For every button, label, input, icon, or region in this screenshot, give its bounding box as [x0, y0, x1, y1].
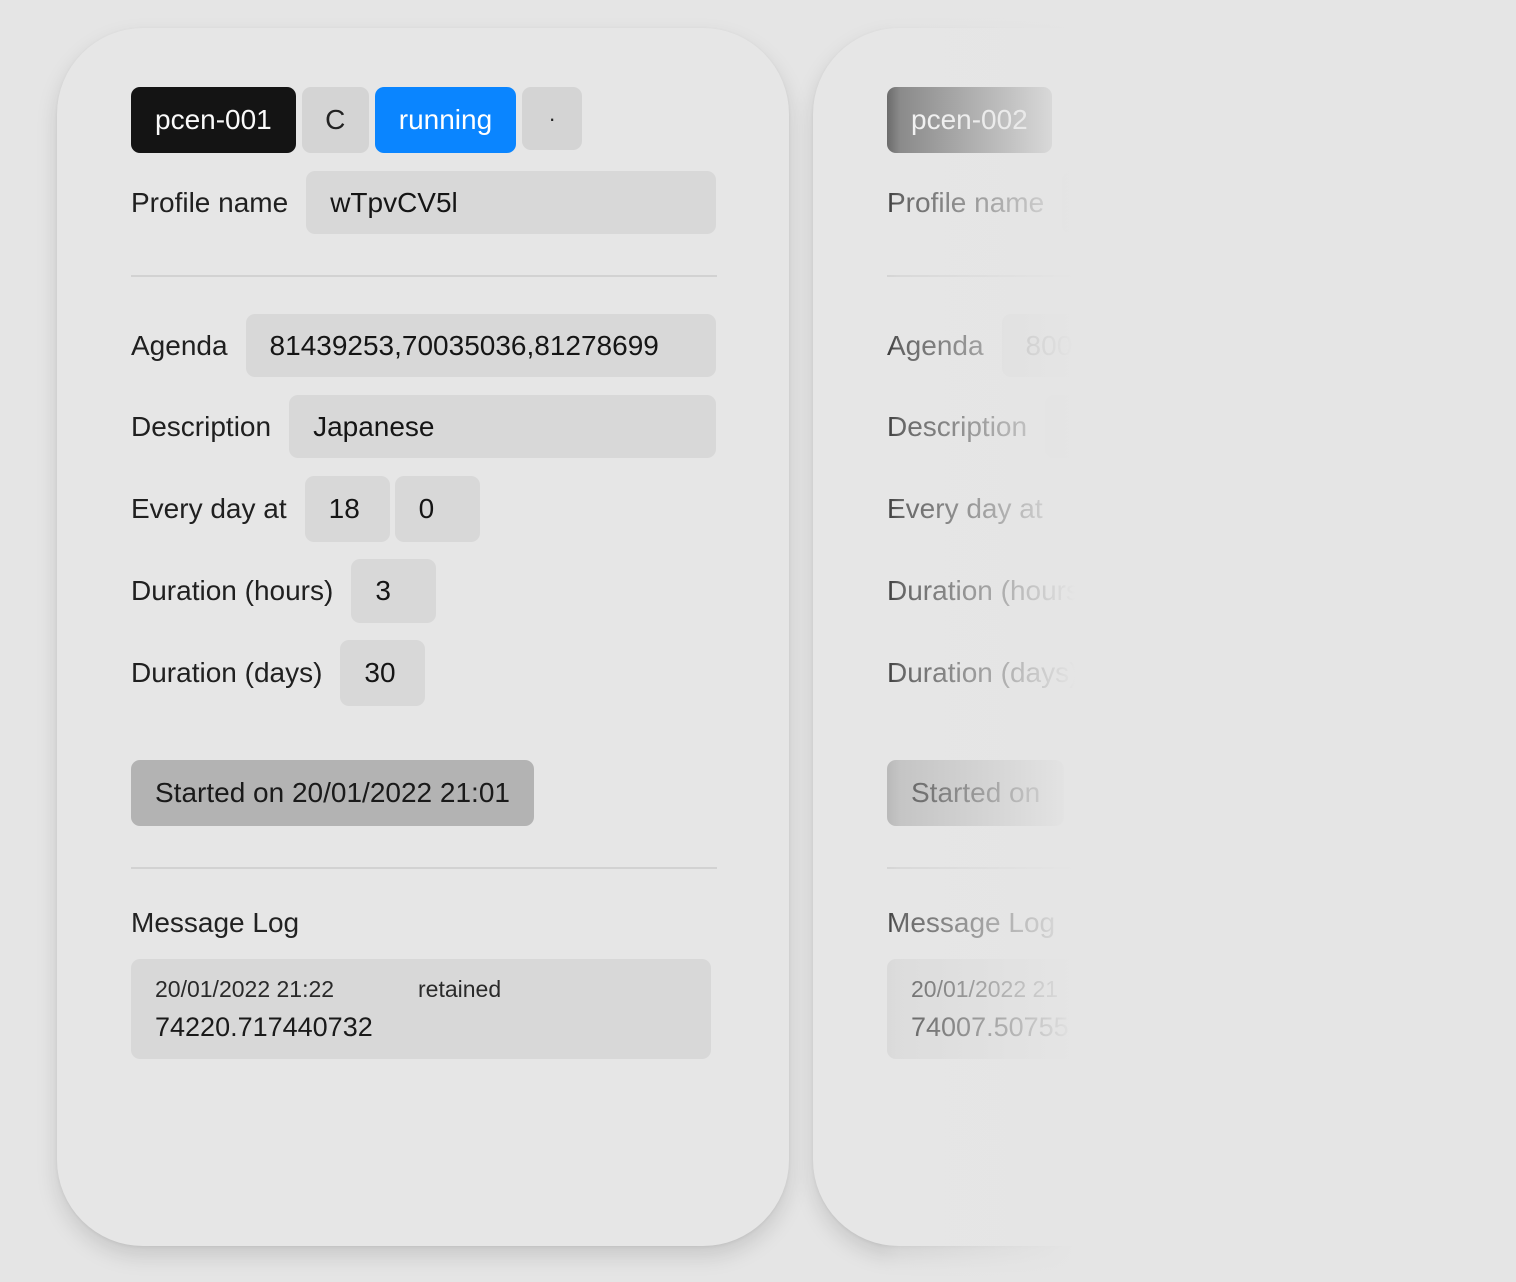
agenda-row: Agenda 800 — [887, 314, 1516, 377]
log-entry-time: 20/01/2022 21:22 — [155, 975, 335, 1002]
profile-name-field[interactable] — [1062, 171, 1516, 234]
hour-field[interactable]: 18 — [304, 476, 390, 542]
duration-hours-row: Duration (hours) 3 — [131, 559, 716, 623]
card-header-chips: pcen-002 — [887, 87, 1516, 153]
section-divider — [131, 867, 717, 869]
started-badge: Started on 20/01/2022 21:01 — [131, 760, 534, 826]
profile-card-content: pcen-002 Profile name Agenda 800 Descrip… — [887, 87, 1516, 1059]
log-entry-meta: 20/01/2022 21 — [911, 974, 1443, 1004]
started-wrapper: Started on 20/01/2022 21:01 — [131, 760, 716, 826]
message-log-entry: 20/01/2022 21:22 retained 74220.71744073… — [131, 959, 711, 1059]
profile-name-label: Profile name — [887, 186, 1045, 218]
duration-hours-label: Duration (hours) — [887, 575, 1090, 606]
profile-card-content: pcen-001 C running · Profile name wTpvCV… — [131, 87, 717, 1059]
started-wrapper: Started on — [887, 760, 1516, 826]
duration-hours-field[interactable]: 3 — [351, 559, 437, 623]
agenda-row: Agenda 81439253,70035036,81278699 — [131, 314, 716, 377]
log-entry-value: 74007.50755 — [911, 1012, 1069, 1042]
section-divider — [887, 275, 1473, 277]
mode-toggle-button[interactable]: C — [301, 87, 369, 153]
schedule-row: Every day at 18 0 — [131, 476, 716, 542]
log-entry-time: 20/01/2022 21 — [911, 975, 1059, 1002]
every-day-label: Every day at — [131, 493, 287, 524]
duration-days-field[interactable]: 30 — [340, 640, 426, 706]
profile-name-row: Profile name — [887, 171, 1516, 234]
agenda-field[interactable]: 800 — [1001, 314, 1516, 377]
profile-carousel: pcen-001 C running · Profile name wTpvCV… — [0, 0, 1516, 1282]
card-header-chips: pcen-001 C running · — [131, 87, 716, 153]
duration-hours-label: Duration (hours) — [131, 575, 334, 606]
description-label: Description — [887, 410, 1028, 442]
every-day-label: Every day at — [887, 493, 1043, 524]
agenda-label: Agenda — [131, 329, 228, 361]
more-options-button[interactable]: · — [522, 87, 583, 150]
agenda-value: 800 — [1025, 329, 1073, 361]
description-label: Description — [131, 410, 272, 442]
agenda-value: 81439253,70035036,81278699 — [269, 329, 659, 361]
log-entry-state: retained — [418, 975, 502, 1002]
duration-days-label: Duration (days) — [131, 657, 323, 688]
profile-name-row: Profile name wTpvCV5l — [131, 171, 716, 234]
profile-card: pcen-002 Profile name Agenda 800 Descrip… — [813, 28, 1516, 1246]
duration-days-label: Duration (days) — [887, 657, 1079, 688]
section-divider — [131, 275, 717, 277]
description-row: Description Japanese — [131, 395, 716, 458]
message-log-title: Message Log — [131, 907, 300, 938]
status-running-button[interactable]: running — [374, 87, 517, 153]
duration-hours-row: Duration (hours) — [887, 559, 1516, 623]
log-entry-value: 74220.717440732 — [155, 1012, 373, 1042]
agenda-label: Agenda — [887, 329, 984, 361]
description-row: Description — [887, 395, 1516, 458]
description-field[interactable]: Japanese — [289, 395, 716, 458]
schedule-row: Every day at — [887, 476, 1516, 542]
description-field[interactable] — [1045, 395, 1516, 458]
profile-name-field[interactable]: wTpvCV5l — [306, 171, 716, 234]
profile-id-badge: pcen-002 — [887, 87, 1052, 153]
agenda-field[interactable]: 81439253,70035036,81278699 — [245, 314, 716, 377]
log-entry-meta: 20/01/2022 21:22 retained — [155, 974, 687, 1004]
message-log-title: Message Log — [887, 907, 1056, 938]
started-badge: Started on — [887, 760, 1065, 826]
profile-card: pcen-001 C running · Profile name wTpvCV… — [57, 28, 789, 1246]
minute-field[interactable]: 0 — [394, 476, 480, 542]
profile-name-label: Profile name — [131, 186, 289, 218]
duration-days-row: Duration (days) — [887, 640, 1516, 706]
message-log-entry: 20/01/2022 21 74007.50755 — [887, 959, 1467, 1059]
profile-id-badge: pcen-001 — [131, 87, 296, 153]
section-divider — [887, 867, 1473, 869]
duration-days-row: Duration (days) 30 — [131, 640, 716, 706]
